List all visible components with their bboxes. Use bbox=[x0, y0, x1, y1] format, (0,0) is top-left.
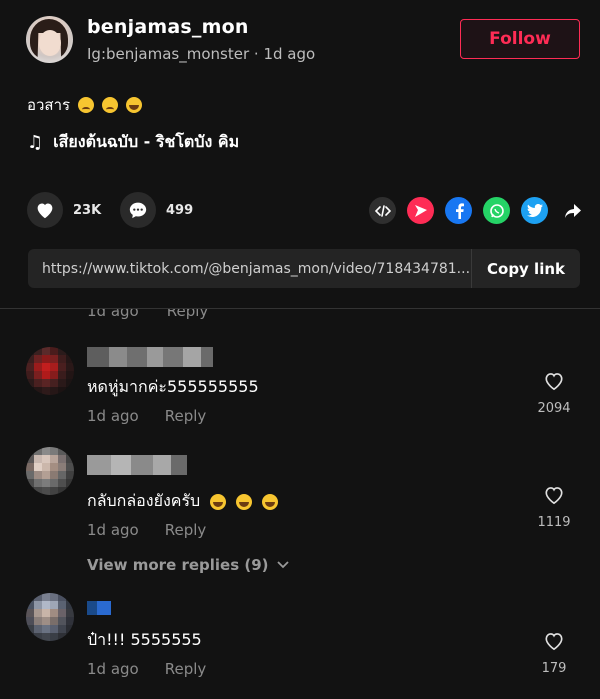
reply-button[interactable]: Reply bbox=[167, 309, 209, 320]
laughing-tears-emoji bbox=[210, 493, 227, 510]
tiktok-video-detail: benjamas_mon Ig:benjamas_monster · 1d ag… bbox=[0, 0, 600, 699]
music-row[interactable]: ♫ เสียงต้นฉบับ - ริชโตบัง คิม bbox=[27, 130, 239, 155]
chevron-down-icon bbox=[276, 561, 289, 569]
heart-outline-icon[interactable] bbox=[543, 371, 565, 391]
commenter-name-blurred[interactable] bbox=[87, 601, 111, 615]
post-header: benjamas_mon Ig:benjamas_monster · 1d ag… bbox=[0, 0, 600, 308]
author-handle: Ig:benjamas_monster bbox=[87, 45, 250, 63]
comment-time: 1d ago bbox=[87, 309, 139, 320]
comment-like[interactable]: 2094 bbox=[534, 371, 574, 416]
comment-text: กลับกล่องยังครับ bbox=[87, 489, 279, 514]
whatsapp-icon[interactable] bbox=[483, 197, 510, 224]
partial-comment-meta: 1d ago Reply bbox=[87, 309, 208, 320]
reply-button[interactable]: Reply bbox=[165, 407, 207, 425]
comment-time: 1d ago bbox=[87, 407, 139, 425]
post-time: 1d ago bbox=[263, 45, 316, 63]
commenter-avatar[interactable] bbox=[26, 593, 74, 641]
caption-text: อวสาร bbox=[27, 96, 71, 114]
comment-text: ป๋า!!! 5555555 bbox=[87, 630, 202, 649]
post-caption: อวสาร bbox=[27, 93, 143, 117]
twitter-icon[interactable] bbox=[521, 197, 548, 224]
comment-meta: 1d ago Reply bbox=[87, 521, 206, 539]
comment-meta: 1d ago Reply bbox=[87, 660, 206, 678]
reply-button[interactable]: Reply bbox=[165, 660, 207, 678]
heart-outline-icon[interactable] bbox=[543, 631, 565, 651]
commenter-avatar[interactable] bbox=[26, 447, 74, 495]
commenter-name-blurred[interactable] bbox=[87, 347, 213, 367]
comment-like[interactable]: 1119 bbox=[534, 485, 574, 530]
comment-time: 1d ago bbox=[87, 521, 139, 539]
like-count: 23K bbox=[73, 202, 102, 218]
sad-face-emoji bbox=[102, 97, 119, 113]
heart-outline-icon[interactable] bbox=[543, 485, 565, 505]
music-title: เสียงต้นฉบับ - ริชโตบัง คิม bbox=[53, 132, 240, 151]
follow-button[interactable]: Follow bbox=[460, 19, 580, 59]
author-avatar[interactable] bbox=[26, 16, 73, 63]
like-count: 179 bbox=[541, 661, 567, 676]
laughing-tears-emoji bbox=[262, 493, 279, 510]
comment-text-body: กลับกล่องยังครับ bbox=[87, 491, 201, 510]
embed-icon[interactable] bbox=[369, 197, 396, 224]
commenter-avatar[interactable] bbox=[26, 347, 74, 395]
author-subline: Ig:benjamas_monster · 1d ago bbox=[87, 45, 315, 63]
like-stat[interactable]: 23K bbox=[27, 192, 101, 228]
share-arrow-icon[interactable] bbox=[559, 197, 586, 224]
author-username[interactable]: benjamas_mon bbox=[87, 16, 249, 38]
avatar-face bbox=[39, 30, 61, 56]
comment-time: 1d ago bbox=[87, 660, 139, 678]
sad-face-emoji bbox=[78, 97, 95, 113]
view-more-label: View more replies (9) bbox=[87, 556, 269, 574]
view-more-replies-button[interactable]: View more replies (9) bbox=[87, 556, 289, 574]
laughing-tears-emoji bbox=[126, 97, 143, 113]
like-count: 1119 bbox=[537, 515, 571, 530]
send-icon[interactable] bbox=[407, 197, 434, 224]
copy-link-bar: https://www.tiktok.com/@benjamas_mon/vid… bbox=[28, 249, 580, 288]
facebook-icon[interactable] bbox=[445, 197, 472, 224]
comment-like[interactable]: 179 bbox=[534, 631, 574, 676]
reply-button[interactable]: Reply bbox=[165, 521, 207, 539]
share-row bbox=[369, 197, 586, 224]
comment-stat[interactable]: 499 bbox=[120, 192, 193, 228]
music-note-icon: ♫ bbox=[27, 132, 44, 153]
comment-text: หดหู่มากค่ะ555555555 bbox=[87, 377, 259, 396]
heart-icon[interactable] bbox=[27, 192, 63, 228]
video-url: https://www.tiktok.com/@benjamas_mon/vid… bbox=[42, 260, 471, 277]
like-count: 2094 bbox=[537, 401, 571, 416]
comment-icon[interactable] bbox=[120, 192, 156, 228]
comment-count: 499 bbox=[166, 202, 194, 218]
laughing-tears-emoji bbox=[236, 493, 253, 510]
copy-link-button[interactable]: Copy link bbox=[472, 260, 580, 278]
commenter-name-blurred[interactable] bbox=[87, 455, 187, 475]
subline-separator: · bbox=[249, 45, 264, 63]
comment-meta: 1d ago Reply bbox=[87, 407, 206, 425]
comments-list[interactable]: 1d ago Reply หดหู่มากค่ะ555555555 1d ago… bbox=[0, 309, 600, 699]
